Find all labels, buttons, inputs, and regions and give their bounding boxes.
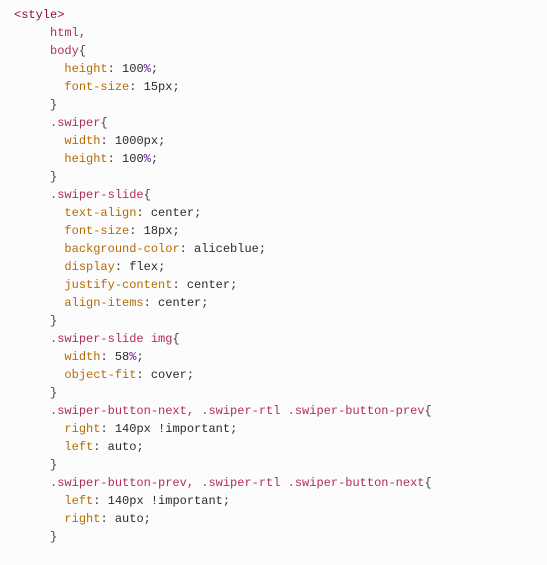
css-code-block: <style> html, body{ height: 100%; font-s… <box>0 0 547 565</box>
